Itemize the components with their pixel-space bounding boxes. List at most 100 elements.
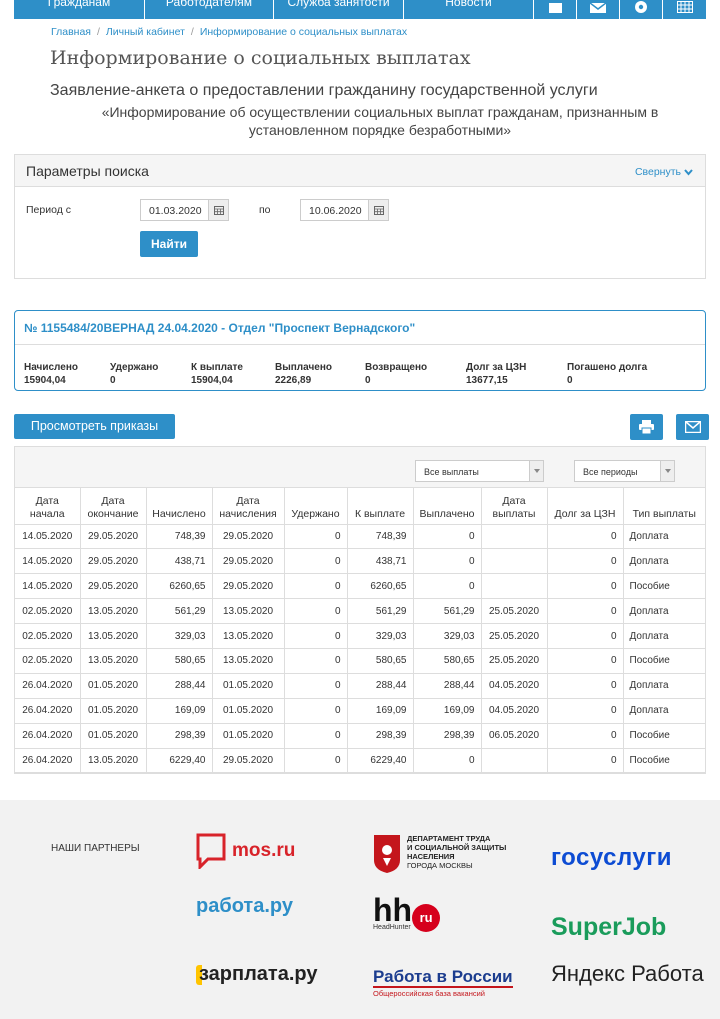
view-orders-button[interactable]: Просмотреть приказы <box>14 414 175 439</box>
calendar-icon[interactable] <box>208 200 228 220</box>
table-cell: 0 <box>547 573 624 600</box>
nav-item-employment-service[interactable]: Служба занятости <box>274 0 404 19</box>
table-row[interactable]: 26.04.2020 01.05.2020 169,09 01.05.2020 0 169… <box>15 698 705 724</box>
collapse-link[interactable]: Свернуть <box>635 166 693 178</box>
column-header[interactable]: Выплачено <box>413 488 482 525</box>
calendar-icon[interactable] <box>663 0 706 19</box>
hh-subtext: HeadHunter <box>373 924 411 931</box>
column-header[interactable]: Дата выплаты <box>481 488 548 525</box>
breadcrumb-current[interactable]: Информирование о социальных выплатах <box>200 26 407 38</box>
date-to-field[interactable]: 10.06.2020 <box>300 199 389 221</box>
case-title[interactable]: № 1155484/20ВЕРНАД 24.04.2020 - Отдел "П… <box>24 321 415 335</box>
column-header[interactable]: К выплате <box>347 488 414 525</box>
table-cell: 01.05.2020 <box>212 673 285 699</box>
table-cell: 13.05.2020 <box>212 648 285 674</box>
superjob-logo[interactable]: SuperJob <box>551 913 666 942</box>
column-header[interactable]: Начислено <box>146 488 213 525</box>
zarplata-ru-logo[interactable]: зарплата.ру <box>196 963 317 986</box>
table-cell: 14.05.2020 <box>15 524 81 550</box>
page-title: Информирование о социальных выплатах <box>50 47 471 69</box>
print-button[interactable] <box>630 414 663 440</box>
table-cell: 288,44 <box>347 673 414 699</box>
column-header[interactable]: Дата окончание <box>80 488 147 525</box>
chevron-down-icon <box>684 168 693 176</box>
date-from-field[interactable]: 01.03.2020 <box>140 199 229 221</box>
nav-item-news[interactable]: Новости <box>404 0 534 19</box>
table-cell <box>481 548 548 575</box>
table-cell: 0 <box>547 548 624 575</box>
table-cell: Доплата <box>623 598 705 625</box>
column-header[interactable]: Удержано <box>284 488 348 525</box>
table-cell: 06.05.2020 <box>481 723 548 749</box>
date-to-value: 10.06.2020 <box>309 205 362 217</box>
table-cell: 561,29 <box>413 598 482 625</box>
document-icon[interactable] <box>534 0 577 19</box>
gear-icon[interactable] <box>620 0 663 19</box>
table-cell: 298,39 <box>146 723 213 749</box>
gosuslugi-logo[interactable]: госуслуги <box>551 844 672 872</box>
table-cell: 26.04.2020 <box>15 748 81 774</box>
table-cell: 0 <box>547 723 624 749</box>
mail-icon[interactable] <box>577 0 620 19</box>
table-cell: 29.05.2020 <box>212 573 285 600</box>
table-row[interactable]: 02.05.2020 13.05.2020 329,03 13.05.2020 0 329… <box>15 623 705 649</box>
table-cell: 02.05.2020 <box>15 623 81 649</box>
table-cell: 14.05.2020 <box>15 548 81 575</box>
table-cell: 561,29 <box>146 598 213 625</box>
table-cell: 29.05.2020 <box>212 524 285 550</box>
table-row[interactable]: 02.05.2020 13.05.2020 561,29 13.05.2020 0 561… <box>15 598 705 625</box>
column-header[interactable]: Дата начала <box>15 488 81 525</box>
table-cell: Доплата <box>623 698 705 724</box>
divider <box>15 344 705 345</box>
yandex-rabota-logo[interactable]: Яндекс Работа <box>551 961 704 987</box>
table-row[interactable]: 14.05.2020 29.05.2020 6260,65 29.05.2020 0 62… <box>15 573 705 600</box>
table-cell: 13.05.2020 <box>80 598 147 625</box>
column-header[interactable]: Тип выплаты <box>623 488 705 525</box>
payments-table: Все выплаты Все периоды Дата начала Дата … <box>14 446 706 774</box>
table-cell: 26.04.2020 <box>15 673 81 699</box>
column-header[interactable]: Долг за ЦЗН <box>547 488 624 525</box>
table-cell: Доплата <box>623 524 705 550</box>
nav-item-citizens[interactable]: Гражданам <box>14 0 145 19</box>
table-cell: 169,09 <box>413 698 482 724</box>
table-cell: Пособие <box>623 723 705 749</box>
breadcrumb-cabinet[interactable]: Личный кабинет <box>106 26 185 38</box>
payments-filter-value: Все выплаты <box>424 467 479 477</box>
table-cell: 04.05.2020 <box>481 673 548 699</box>
payments-filter-select[interactable]: Все выплаты <box>415 460 544 482</box>
rabota-ru-logo[interactable]: работа.ру <box>196 895 293 918</box>
calendar-icon[interactable] <box>368 200 388 220</box>
column-header[interactable]: Дата начисления <box>212 488 285 525</box>
mos-ru-logo[interactable]: mos.ru <box>196 833 295 869</box>
table-row[interactable]: 14.05.2020 29.05.2020 438,71 29.05.2020 0 438… <box>15 548 705 575</box>
hh-text: hh <box>373 892 413 928</box>
labor-department-logo[interactable]: ДЕПАРТАМЕНТ ТРУДА И СОЦИАЛЬНОЙ ЗАЩИТЫ НА… <box>373 834 506 874</box>
summary-to-pay: К выплате 15904,04 <box>191 362 243 386</box>
table-cell: 29.05.2020 <box>212 748 285 774</box>
table-cell: 298,39 <box>347 723 414 749</box>
table-cell: Пособие <box>623 748 705 774</box>
summary-withheld: Удержано 0 <box>110 362 159 386</box>
email-button[interactable] <box>676 414 709 440</box>
periods-filter-select[interactable]: Все периоды <box>574 460 675 482</box>
rabota-v-rossii-logo[interactable]: Работа в России Общероссийская база вака… <box>373 968 513 998</box>
dept-line: ДЕПАРТАМЕНТ ТРУДА <box>407 834 491 843</box>
rabota-ru-text: работа.ру <box>196 895 293 917</box>
summary-accrued: Начислено 15904,04 <box>24 362 78 386</box>
mail-icon <box>684 421 701 433</box>
table-cell: 25.05.2020 <box>481 623 548 649</box>
table-row[interactable]: 14.05.2020 29.05.2020 748,39 29.05.2020 0 748… <box>15 524 705 550</box>
table-cell: 169,09 <box>146 698 213 724</box>
table-row[interactable]: 26.04.2020 01.05.2020 288,44 01.05.2020 0 288… <box>15 673 705 699</box>
breadcrumb-home[interactable]: Главная <box>51 26 91 38</box>
table-row[interactable]: 02.05.2020 13.05.2020 580,65 13.05.2020 0 580… <box>15 648 705 674</box>
table-row[interactable]: 26.04.2020 13.05.2020 6229,40 29.05.2020 0 62… <box>15 748 705 774</box>
find-button[interactable]: Найти <box>140 231 198 257</box>
table-cell: 0 <box>284 524 348 550</box>
headhunter-logo[interactable]: hh HeadHunter ru <box>373 892 441 932</box>
table-cell: 438,71 <box>146 548 213 575</box>
table-row[interactable]: 26.04.2020 01.05.2020 298,39 01.05.2020 0 298… <box>15 723 705 749</box>
period-to-label: по <box>259 204 271 216</box>
table-cell: 6229,40 <box>347 748 414 774</box>
nav-item-employers[interactable]: Работодателям <box>145 0 274 19</box>
